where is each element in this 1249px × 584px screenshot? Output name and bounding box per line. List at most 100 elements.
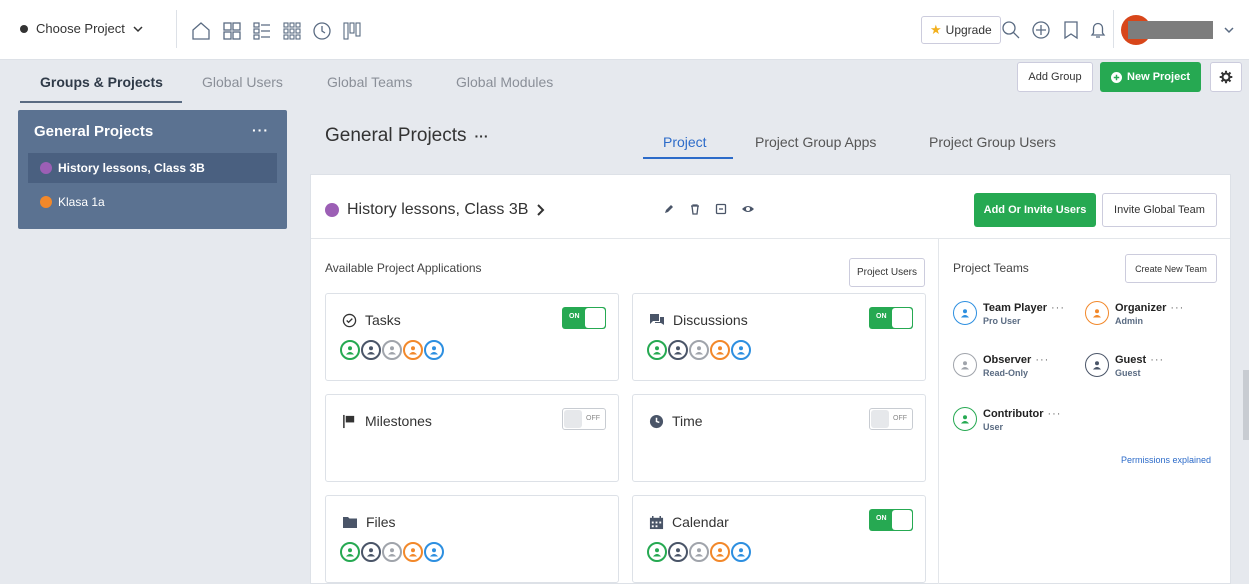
project-header: History lessons, Class 3B Add Or Invite … [311,175,1230,239]
add-or-invite-users-button[interactable]: Add Or Invite Users [974,193,1096,227]
app-card-discussions[interactable]: Discussions ON [632,293,926,381]
chat-icon [650,313,664,325]
eye-icon[interactable] [741,203,755,215]
project-color-dot [40,162,52,174]
more-icon[interactable]: ··· [1150,354,1164,366]
team-name: Observer [983,354,1032,366]
columns-icon[interactable] [342,21,362,41]
user-avatar-icon[interactable] [647,340,667,360]
group-card-general-projects[interactable]: General Projects ··· History lessons, Cl… [18,110,287,229]
user-avatar-icon[interactable] [361,340,381,360]
chevron-down-icon[interactable] [1224,25,1234,35]
user-avatar-icon[interactable] [689,542,709,562]
more-icon[interactable]: ··· [252,122,269,138]
toggle-switch[interactable]: OFF [562,408,606,430]
toggle-switch[interactable]: OFF [869,408,913,430]
home-icon[interactable] [191,21,211,41]
archive-icon[interactable] [715,203,727,215]
more-icon[interactable]: ··· [475,128,489,144]
scrollbar[interactable] [1243,370,1249,440]
tab-global-users[interactable]: Global Users [202,74,283,90]
trash-icon[interactable] [689,203,701,215]
tab-global-modules[interactable]: Global Modules [456,74,553,90]
user-avatar-icon[interactable] [340,542,360,562]
add-icon[interactable] [1031,20,1051,40]
tab-groups-projects[interactable]: Groups & Projects [40,74,163,90]
tab-global-teams[interactable]: Global Teams [327,74,412,90]
team-role: Guest [1115,368,1141,378]
project-name[interactable]: History lessons, Class 3B [325,201,546,219]
tab-project[interactable]: Project [663,134,707,150]
team-contributor[interactable]: Contributor ··· User [953,405,1061,432]
app-card-milestones[interactable]: Milestones OFF [325,394,619,482]
team-observer[interactable]: Observer ··· Read-Only [953,351,1049,378]
create-new-team-button[interactable]: Create New Team [1125,254,1217,283]
user-avatar-icon[interactable] [424,340,444,360]
add-or-invite-users-label: Add Or Invite Users [983,204,1087,216]
toggle-switch[interactable]: ON [869,307,913,329]
user-icon [1085,353,1109,377]
user-avatar-icon[interactable] [424,542,444,562]
settings-button[interactable] [1210,62,1242,92]
tab-project-group-users[interactable]: Project Group Users [929,134,1056,150]
grid-icon[interactable] [222,21,242,41]
bell-icon[interactable] [1088,20,1108,40]
more-icon[interactable]: ··· [1170,302,1184,314]
project-selector[interactable]: Choose Project [20,21,143,36]
user-avatar-icon[interactable] [689,340,709,360]
user-avatar-icon[interactable] [340,340,360,360]
app-card-calendar[interactable]: Calendar ON [632,495,926,583]
new-project-label: New Project [1127,71,1190,83]
user-avatar-icon[interactable] [710,340,730,360]
user-avatar-icon[interactable] [403,542,423,562]
sidebar-item-klasa-1a[interactable]: Klasa 1a [28,187,277,217]
user-avatar-icon[interactable] [382,340,402,360]
team-name: Contributor [983,408,1044,420]
app-name-label: Calendar [672,514,729,530]
user-avatar-icon[interactable] [668,542,688,562]
toggle-switch[interactable]: ON [562,307,606,329]
tab-project-group-apps[interactable]: Project Group Apps [755,134,876,150]
add-group-button[interactable]: Add Group [1017,62,1093,92]
app-name-label: Milestones [365,413,432,429]
edit-icon[interactable] [663,203,675,215]
new-project-button[interactable]: New Project [1100,62,1201,92]
permissions-explained-link[interactable]: Permissions explained [1121,455,1211,465]
toggle-label: OFF [586,415,600,422]
user-avatar-icon[interactable] [668,340,688,360]
toggle-knob [564,410,582,428]
upgrade-label: Upgrade [945,23,992,37]
list-icon[interactable] [252,21,272,41]
search-icon[interactable] [1001,20,1021,40]
team-team-player[interactable]: Team Player ··· Pro User [953,299,1065,326]
project-users-button[interactable]: Project Users [849,258,925,287]
user-avatar-icon[interactable] [647,542,667,562]
team-role: User [983,422,1004,432]
team-organizer[interactable]: Organizer ··· Admin [1085,299,1184,326]
clock-icon[interactable] [312,21,332,41]
user-avatar-icon[interactable] [382,542,402,562]
team-guest[interactable]: Guest ··· Guest [1085,351,1164,378]
more-icon[interactable]: ··· [1047,408,1061,420]
app-card-time[interactable]: Time OFF [632,394,926,482]
user-avatar-icon[interactable] [361,542,381,562]
page-title-text: General Projects [325,125,467,146]
project-name-text: History lessons, Class 3B [347,201,529,218]
user-avatar-icon[interactable] [403,340,423,360]
user-avatar-icon[interactable] [731,340,751,360]
app-card-tasks[interactable]: Tasks ON [325,293,619,381]
toggle-switch[interactable]: ON [869,509,913,531]
apps-icon[interactable] [282,21,302,41]
toggle-label: OFF [893,415,907,422]
more-icon[interactable]: ··· [1051,302,1065,314]
project-actions [663,203,755,215]
app-card-files[interactable]: Files [325,495,619,583]
user-icon [1085,301,1109,325]
user-avatar-icon[interactable] [731,542,751,562]
sidebar-item-history-lessons[interactable]: History lessons, Class 3B [28,153,277,183]
upgrade-button[interactable]: ★ Upgrade [921,16,1001,44]
bookmark-icon[interactable] [1061,20,1081,40]
user-avatar-icon[interactable] [710,542,730,562]
more-icon[interactable]: ··· [1035,354,1049,366]
invite-global-team-button[interactable]: Invite Global Team [1102,193,1217,227]
